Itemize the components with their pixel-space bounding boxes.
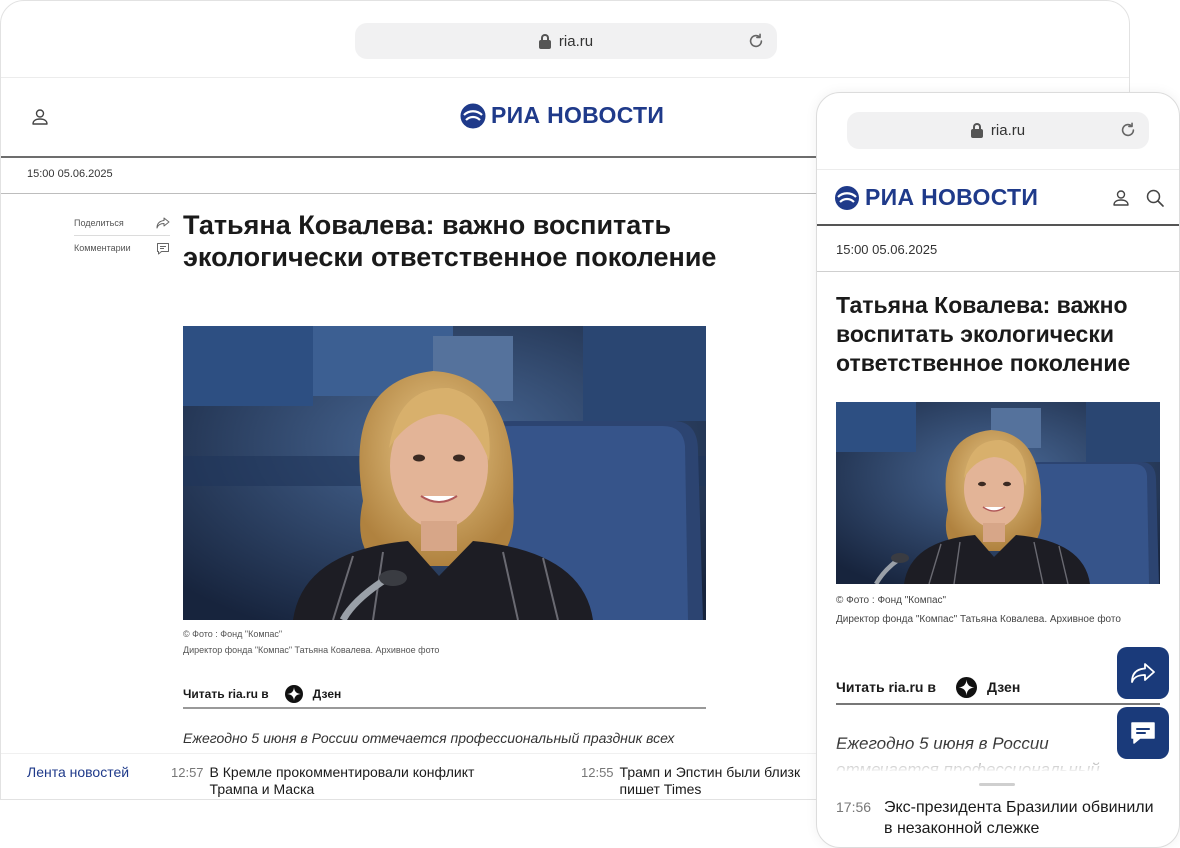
mobile-browser-window: ria.ru РИА НОВОСТИ 15:00 05.06.2025 Тать… (816, 92, 1180, 848)
share-action[interactable]: Поделиться (74, 211, 170, 235)
share-arrow-icon (156, 217, 170, 229)
mobile-url-text: ria.ru (990, 122, 1026, 139)
article-side-actions: Поделиться Комментарии (74, 211, 170, 260)
dzen-icon (955, 676, 977, 698)
article-photo[interactable] (183, 326, 706, 620)
logo-text: РИА НОВОСТИ (865, 184, 1039, 210)
news-time: 17:56 (836, 799, 872, 815)
photo-credit: © Фото : Фонд "Компас" (836, 595, 947, 606)
comment-icon (157, 242, 169, 254)
read-in-dzen[interactable]: Читать ria.ru в Дзен (836, 671, 1160, 705)
divider (817, 271, 1179, 272)
lock-icon (970, 123, 983, 138)
photo-credit: © Фото : Фонд "Компас" (183, 629, 283, 639)
read-in-label: Читать ria.ru в (183, 687, 269, 701)
article-photo[interactable] (836, 402, 1160, 584)
read-in-label: Читать ria.ru в (836, 679, 936, 695)
logo-text: РИА НОВОСТИ (491, 102, 665, 128)
reload-icon[interactable] (1119, 121, 1137, 139)
ticker-time: 12:55 (581, 765, 614, 780)
comments-button[interactable] (1117, 707, 1169, 759)
comments-action[interactable]: Комментарии (74, 235, 170, 260)
article-title: Татьяна Ковалева: важно воспитать эколог… (183, 210, 717, 272)
ria-logo-mark-icon (460, 103, 486, 128)
divider (1, 77, 1129, 78)
article-date: 15:00 05.06.2025 (27, 168, 113, 180)
article-lead: Ежегодно 5 июня в России отмечается проф… (183, 730, 675, 746)
ria-logo[interactable]: РИА НОВОСТИ (460, 102, 664, 129)
mobile-address-bar[interactable]: ria.ru (847, 112, 1149, 149)
dzen-icon (284, 685, 303, 703)
reload-icon[interactable] (747, 32, 765, 50)
dzen-label: Дзен (986, 679, 1021, 695)
user-icon[interactable] (30, 107, 50, 127)
lock-icon (538, 33, 551, 49)
dzen-label: Дзен (312, 687, 342, 701)
news-headline: Экс-президента Бразилии обвинили в незак… (884, 799, 1154, 837)
user-icon[interactable] (1111, 188, 1131, 208)
ticker-time: 12:57 (171, 765, 204, 780)
ticker-headline: Трамп и Эпстин были близк пишет Times (619, 764, 801, 797)
article-title: Татьяна Ковалева: важно воспитать эколог… (836, 292, 1131, 376)
divider (817, 224, 1179, 226)
ticker-headline: В Кремле прокомментировали конфликт Трам… (209, 764, 475, 797)
ria-logo-mark-icon (835, 185, 859, 210)
desktop-address-bar[interactable]: ria.ru (355, 23, 777, 59)
share-arrow-icon (1131, 663, 1155, 683)
photo-caption: Директор фонда "Компас" Татьяна Ковалева… (183, 645, 440, 655)
read-in-dzen[interactable]: Читать ria.ru в Дзен (183, 681, 706, 709)
ria-logo[interactable]: РИА НОВОСТИ (834, 184, 1038, 211)
article-date: 15:00 05.06.2025 (836, 242, 938, 257)
ticker-item[interactable]: 12:55 Трамп и Эпстин были близк пишет Ti… (581, 764, 820, 798)
sheet-handle[interactable] (979, 783, 1015, 786)
comment-icon (1131, 722, 1155, 744)
search-icon[interactable] (1145, 188, 1165, 208)
share-button[interactable] (1117, 647, 1169, 699)
ticker-item[interactable]: 12:57 В Кремле прокомментировали конфлик… (171, 764, 500, 798)
divider (817, 169, 1179, 170)
comments-label: Комментарии (74, 243, 131, 253)
news-feed-link[interactable]: Лента новостей (27, 764, 129, 780)
share-label: Поделиться (74, 218, 124, 228)
photo-caption: Директор фонда "Компас" Татьяна Ковалева… (836, 614, 1121, 625)
desktop-url-text: ria.ru (558, 32, 594, 50)
news-item[interactable]: 17:56 Экс-президента Бразилии обвинили в… (836, 797, 1164, 839)
